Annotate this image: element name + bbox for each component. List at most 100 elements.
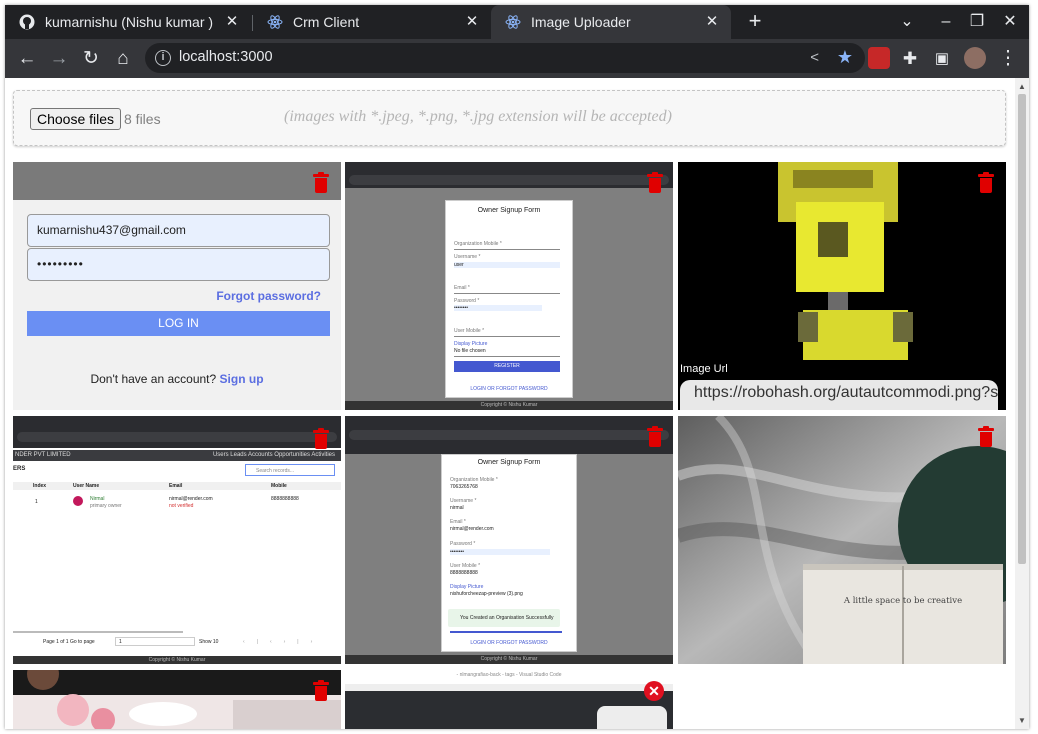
password-field: ••••••••• <box>27 248 330 281</box>
bookmark-star-icon[interactable]: ★ <box>837 47 853 68</box>
delete-icon[interactable] <box>313 172 329 194</box>
email-value: nirmal@render.com <box>450 526 494 532</box>
email-label: Email * <box>454 285 470 291</box>
horizontal-scroll <box>13 631 183 633</box>
file-count: 8 files <box>124 111 161 127</box>
username-value: user <box>454 262 560 268</box>
file-value: No file chosen <box>454 348 486 354</box>
share-icon[interactable]: < <box>810 49 819 66</box>
tab-github[interactable]: kumarnishu (Nishu kumar ) ✕ <box>5 5 251 39</box>
row-index: 1 <box>35 499 38 505</box>
col-email: Email <box>169 483 183 489</box>
delete-icon[interactable] <box>647 172 663 194</box>
close-icon[interactable]: ✕ <box>223 13 241 31</box>
tab-label: Image Uploader <box>531 14 631 30</box>
scroll-up-icon[interactable]: ▲ <box>1018 82 1026 91</box>
login-button: LOG IN <box>27 311 330 336</box>
choose-files-button[interactable]: Choose files <box>30 108 122 130</box>
form-title: Owner Signup Form <box>477 207 541 214</box>
field-underline <box>454 293 560 294</box>
row-status: not verified <box>169 503 194 509</box>
puzzle-icon[interactable]: ✚ <box>898 47 922 71</box>
signup-form: Owner Signup Form Organization Mobile * … <box>445 200 573 398</box>
field-underline <box>454 249 560 250</box>
delete-icon[interactable] <box>978 172 994 194</box>
new-tab-button[interactable]: + <box>743 10 767 34</box>
user-mobile-value: 8888888888 <box>450 570 478 576</box>
restore-icon[interactable]: ❐ <box>967 12 987 32</box>
screenshot-footer: Copyright © Nishu Kumar <box>13 656 341 664</box>
user-mobile-label: User Mobile * <box>450 563 481 569</box>
close-icon[interactable]: ✕ <box>463 13 481 31</box>
pager-arrows: ‹|‹›|› <box>243 639 325 645</box>
pager-text: Page 1 of 1 Go to page <box>43 639 95 645</box>
vscode-menu <box>345 684 673 691</box>
user-mobile-label: User Mobile * <box>454 328 485 334</box>
section-title: ERS <box>13 466 26 472</box>
image-card-vscode: - nlmangrafiao-back - tags - Visual Stud… <box>345 670 673 729</box>
minimize-icon[interactable]: – <box>936 12 956 32</box>
avatar <box>73 496 83 506</box>
display-picture-label: Display Picture <box>454 341 488 347</box>
screenshot-footer: Copyright © Nishu Kumar <box>345 401 673 410</box>
form-links: LOGIN OR FORGOT PASSWORD <box>470 640 548 646</box>
form-title: Owner Signup Form <box>477 459 541 466</box>
delete-icon[interactable] <box>647 426 663 448</box>
progress-line <box>450 631 562 633</box>
company-brand: NDER PVT LIMITED <box>15 452 71 458</box>
screenshot-browser-bar <box>345 162 673 188</box>
image-url-label: Image Url <box>680 363 728 375</box>
url-text[interactable]: localhost:3000 <box>179 49 273 65</box>
extension-icon[interactable] <box>868 47 890 69</box>
remove-icon[interactable]: ✕ <box>644 681 664 701</box>
file-value: nishuforcheezap-preview (3).png <box>450 591 523 597</box>
register-button: REGISTER <box>454 361 560 372</box>
robot-image <box>678 162 1006 362</box>
reload-icon[interactable]: ↻ <box>79 47 103 71</box>
forward-icon[interactable]: → <box>47 47 71 71</box>
col-index: Index <box>33 483 47 489</box>
tab-crm-client[interactable]: Crm Client ✕ <box>253 5 491 39</box>
react-icon <box>505 14 521 30</box>
password-label: Password * <box>450 541 476 547</box>
tab-image-uploader[interactable]: Image Uploader ✕ <box>491 5 731 39</box>
signup-form: Owner Signup Form Organization Mobile * … <box>441 454 577 652</box>
address-bar[interactable]: i localhost:3000 < ★ <box>145 43 865 73</box>
password-value: •••••••• <box>450 549 550 555</box>
delete-icon[interactable] <box>313 680 329 702</box>
info-icon[interactable]: i <box>155 50 171 66</box>
screenshot-nav-links: Users Leads Accounts Opportunities Activ… <box>212 452 335 458</box>
react-icon <box>267 14 283 30</box>
close-window-icon[interactable]: ✕ <box>1000 12 1020 32</box>
show-select: Show 10 <box>199 639 219 645</box>
profile-avatar[interactable] <box>964 47 986 69</box>
browser-toolbar: ← → ↻ ⌂ i localhost:3000 < ★ ✚ ▣ ⋮ <box>5 39 1029 78</box>
scroll-thumb[interactable] <box>1018 94 1026 564</box>
screenshot-browser-bar <box>345 416 673 454</box>
username-label: Username * <box>454 254 481 260</box>
username-label: Username * <box>450 498 477 504</box>
github-icon <box>19 14 35 30</box>
signup-text: Don't have an account? <box>90 372 217 386</box>
field-underline <box>454 336 560 337</box>
row-name: Nirmal <box>90 496 105 502</box>
email-label: Email * <box>450 519 466 525</box>
image-card-login: kumarnishu437@gmail.com ••••••••• Forgot… <box>13 162 341 410</box>
tab-search-icon[interactable]: ⌄ <box>897 12 917 32</box>
image-url-field: https://robohash.org/autautcommodi.png?s… <box>680 380 998 410</box>
delete-icon[interactable] <box>978 426 994 448</box>
close-icon[interactable]: ✕ <box>703 13 721 31</box>
page-scrollbar[interactable]: ▲ ▼ <box>1015 78 1029 729</box>
accepted-types-hint: (images with *.jpeg, *.png, *.jpg extens… <box>284 108 672 125</box>
delete-icon[interactable] <box>313 428 329 450</box>
back-icon[interactable]: ← <box>15 47 39 71</box>
signup-link: Sign up <box>219 372 264 386</box>
display-picture-label: Display Picture <box>450 584 484 590</box>
success-alert: You Created an Organisation Successfully <box>448 609 560 627</box>
menu-icon[interactable]: ⋮ <box>996 47 1020 71</box>
side-panel-icon[interactable]: ▣ <box>930 47 954 71</box>
tab-label: Crm Client <box>293 14 360 30</box>
scroll-down-icon[interactable]: ▼ <box>1018 716 1026 725</box>
image-card-signup: Owner Signup Form Organization Mobile * … <box>345 162 673 410</box>
home-icon[interactable]: ⌂ <box>111 47 135 71</box>
